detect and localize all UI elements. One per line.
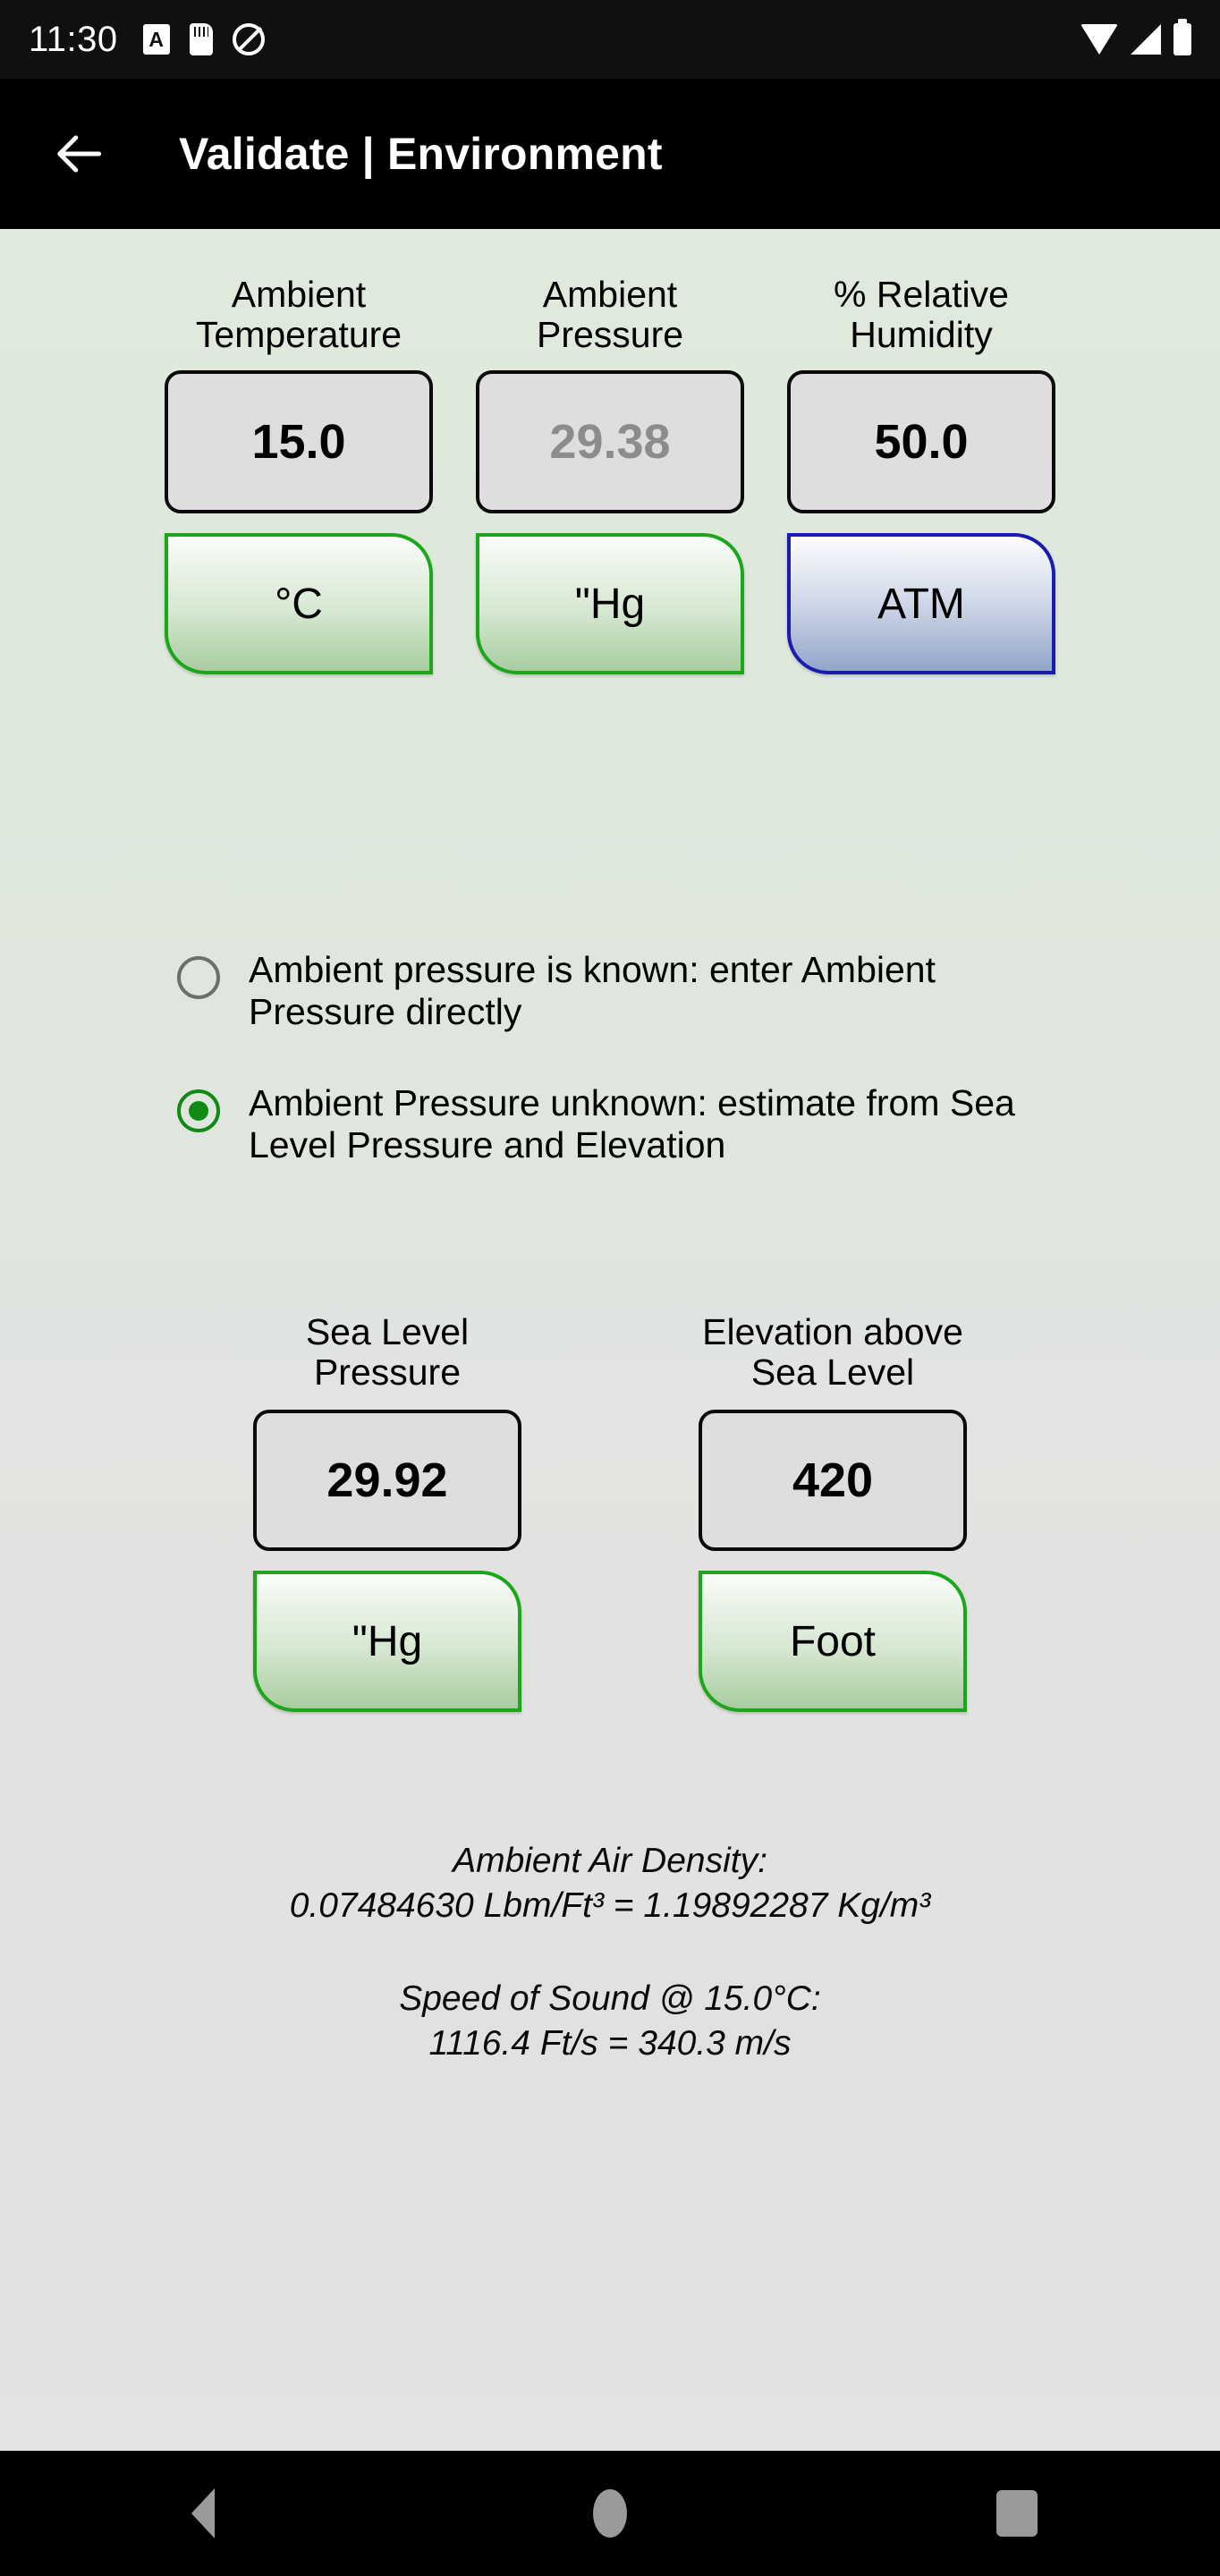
ambient-pressure-unit-button[interactable]: "Hg <box>476 533 744 674</box>
radio-button-icon[interactable] <box>177 956 220 999</box>
cell-signal-icon <box>1131 24 1161 55</box>
field-label-line2: Humidity <box>850 313 993 355</box>
result-value: 0.07484630 Lbm/Ft³ = 1.19892287 Kg/m³ <box>289 1885 931 1925</box>
field-label-line1: Ambient <box>231 274 367 316</box>
elevation-input[interactable]: 420 <box>699 1410 967 1551</box>
result-value: 1116.4 Ft/s = 340.3 m/s <box>428 2023 792 2063</box>
relative-humidity-unit-button[interactable]: ATM <box>787 533 1055 674</box>
result-title: Speed of Sound @ 15.0°C: <box>399 1979 821 2018</box>
result-title: Ambient Air Density: <box>453 1842 767 1880</box>
field-label-line1: % Relative <box>834 274 1009 316</box>
field-sea-level-pressure: Sea Level Pressure 29.92 "Hg <box>252 1293 522 1712</box>
sea-level-pressure-unit-button[interactable]: "Hg <box>253 1571 521 1712</box>
field-elevation: Elevation above Sea Level 420 Foot <box>698 1293 968 1712</box>
sim-card-icon <box>189 23 213 55</box>
radio-option-label: Ambient pressure is known: enter Ambient… <box>249 949 936 1032</box>
elevation-unit-button[interactable]: Foot <box>699 1571 967 1712</box>
ambient-temperature-unit-button[interactable]: °C <box>165 533 433 674</box>
field-label-line1: Elevation above <box>702 1311 963 1353</box>
field-label-line1: Sea Level <box>305 1311 470 1353</box>
radio-option-label: Ambient Pressure unknown: estimate from … <box>249 1082 1015 1166</box>
battery-icon <box>1173 19 1191 55</box>
result-air-density: Ambient Air Density: 0.07484630 Lbm/Ft³ … <box>0 1839 1220 1928</box>
relative-humidity-input[interactable]: 50.0 <box>787 370 1055 513</box>
back-arrow-icon[interactable] <box>47 120 114 188</box>
mid-field-grid: Sea Level Pressure 29.92 "Hg Elevation a… <box>0 1293 1220 1712</box>
field-label-line2: Pressure <box>313 1351 462 1393</box>
nav-home-button[interactable] <box>407 2451 814 2576</box>
status-system-icons <box>1080 19 1191 55</box>
top-field-grid: Ambient Temperature 15.0 °C Ambient Pres… <box>0 256 1220 674</box>
field-label-line1: Ambient <box>542 274 678 316</box>
ambient-temperature-input[interactable]: 15.0 <box>165 370 433 513</box>
ambient-pressure-input[interactable]: 29.38 <box>476 370 744 513</box>
nav-recents-button[interactable] <box>813 2451 1220 2576</box>
field-label: Elevation above Sea Level <box>702 1293 963 1392</box>
sea-level-inputs-section: Sea Level Pressure 29.92 "Hg Elevation a… <box>0 1293 1220 1712</box>
field-label: % Relative Humidity <box>834 256 1009 354</box>
field-label-line2: Sea Level <box>750 1351 915 1393</box>
pressure-mode-radio-group: Ambient pressure is known: enter Ambient… <box>0 949 1220 1166</box>
back-triangle-icon <box>191 2488 216 2538</box>
do-not-disturb-icon <box>232 23 265 55</box>
field-ambient-temperature: Ambient Temperature 15.0 °C <box>162 256 436 674</box>
field-label: Sea Level Pressure <box>306 1293 469 1392</box>
computed-results: Ambient Air Density: 0.07484630 Lbm/Ft³ … <box>0 1839 1220 2066</box>
app-bar: Validate | Environment <box>0 79 1220 229</box>
field-relative-humidity: % Relative Humidity 50.0 ATM <box>784 256 1058 674</box>
content-area: Ambient Temperature 15.0 °C Ambient Pres… <box>0 229 1220 2451</box>
home-circle-icon <box>593 2489 627 2538</box>
result-speed-of-sound: Speed of Sound @ 15.0°C: 1116.4 Ft/s = 3… <box>0 1977 1220 2066</box>
alpha-badge-icon: A <box>142 24 170 55</box>
status-bar: 11:30 A <box>0 0 1220 79</box>
radio-button-selected-icon[interactable] <box>177 1089 220 1133</box>
recents-square-icon <box>995 2490 1038 2537</box>
sea-level-pressure-input[interactable]: 29.92 <box>253 1410 521 1551</box>
field-label-line2: Pressure <box>536 313 684 355</box>
field-label: Ambient Temperature <box>196 256 402 354</box>
radio-option-pressure-known[interactable]: Ambient pressure is known: enter Ambient… <box>177 949 1041 1032</box>
wifi-icon <box>1080 24 1118 55</box>
nav-back-button[interactable] <box>0 2451 407 2576</box>
system-navigation-bar <box>0 2451 1220 2576</box>
radio-option-pressure-unknown[interactable]: Ambient Pressure unknown: estimate from … <box>177 1082 1041 1165</box>
field-label-line2: Temperature <box>195 313 402 355</box>
status-clock: 11:30 <box>29 20 118 59</box>
page-title: Validate | Environment <box>179 129 663 179</box>
field-ambient-pressure: Ambient Pressure 29.38 "Hg <box>473 256 747 674</box>
field-label: Ambient Pressure <box>537 256 683 354</box>
status-notification-icons: A <box>142 23 265 55</box>
phone-screen: 11:30 A Validate | Environment Ambient T… <box>0 0 1220 2576</box>
environment-inputs-section: Ambient Temperature 15.0 °C Ambient Pres… <box>0 256 1220 674</box>
